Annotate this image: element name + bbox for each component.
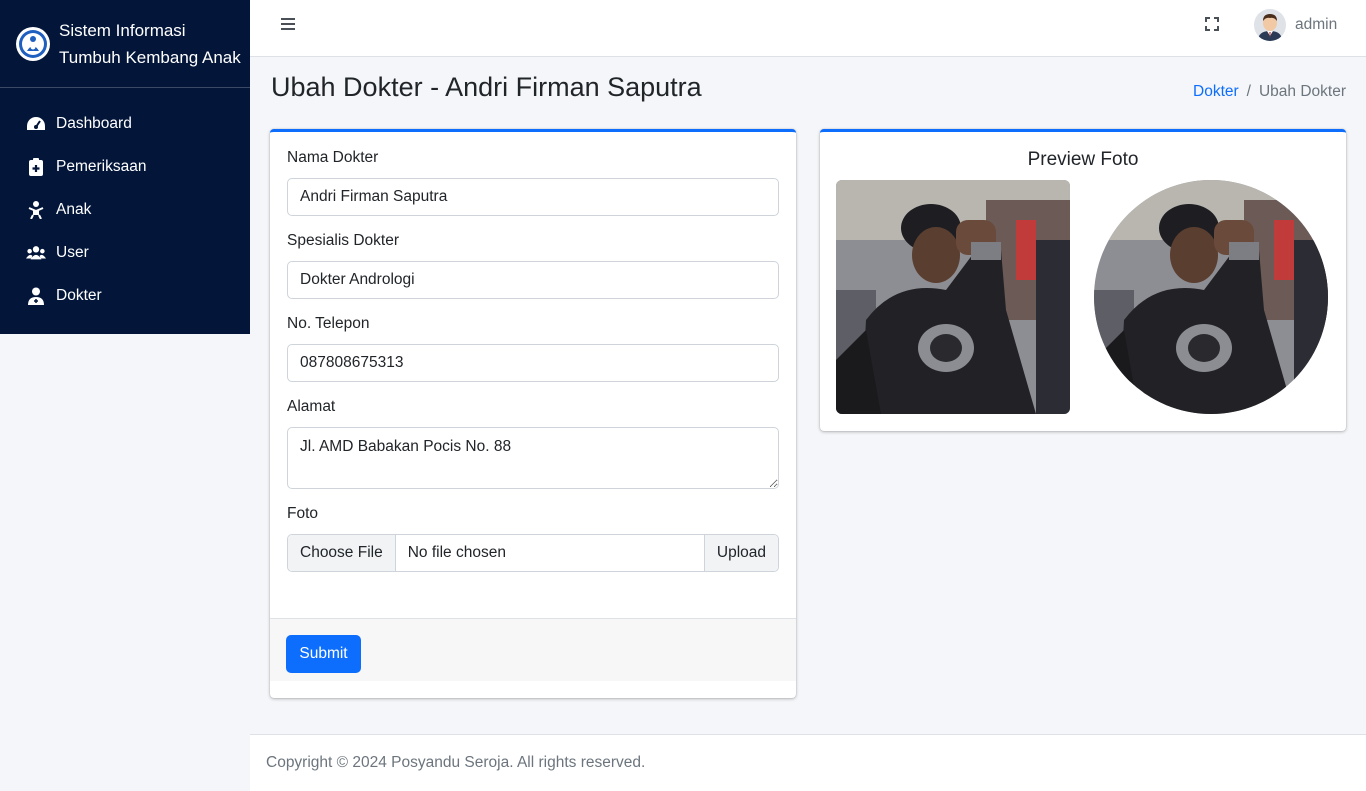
- photo-preview-square: [836, 180, 1070, 414]
- nama-label: Nama Dokter: [287, 149, 379, 166]
- doctor-icon: [26, 286, 46, 306]
- user-name: admin: [1295, 16, 1338, 33]
- sidebar-item-label: Anak: [56, 200, 92, 218]
- form-group-alamat: Alamat Jl. AMD Babakan Pocis No. 88: [287, 398, 779, 489]
- sidebar-item-user[interactable]: User: [0, 231, 250, 274]
- brand-title-line1: Sistem Informasi: [59, 20, 186, 40]
- sidebar-item-label: User: [56, 243, 89, 261]
- brand-title: Sistem Informasi Tumbuh Kembang Anak: [59, 17, 241, 71]
- dashboard-icon: [26, 114, 46, 134]
- spesialis-label: Spesialis Dokter: [287, 232, 399, 249]
- form-group-spesialis: Spesialis Dokter: [287, 232, 779, 299]
- choose-file-button[interactable]: Choose File: [288, 535, 396, 571]
- spesialis-input[interactable]: [287, 261, 779, 299]
- telepon-input[interactable]: [287, 344, 779, 382]
- sidebar-item-anak[interactable]: Anak: [0, 188, 250, 231]
- form-group-nama: Nama Dokter: [287, 149, 779, 216]
- clipboard-icon: [26, 157, 46, 177]
- sidebar-item-pemeriksaan[interactable]: Pemeriksaan: [0, 145, 250, 188]
- sidebar-nav: Dashboard Pemeriksaan Anak User Dokter: [0, 88, 250, 317]
- brand[interactable]: Sistem Informasi Tumbuh Kembang Anak: [0, 0, 250, 88]
- sidebar-item-label: Pemeriksaan: [56, 157, 147, 175]
- copyright-text: Copyright © 2024 Posyandu Seroja. All ri…: [266, 754, 646, 771]
- nama-input[interactable]: [287, 178, 779, 216]
- form-group-telepon: No. Telepon: [287, 315, 779, 382]
- preview-title: Preview Foto: [1027, 149, 1139, 170]
- form-body: Nama Dokter Spesialis Dokter No. Telepon…: [270, 132, 796, 572]
- brand-title-line2: Tumbuh Kembang Anak: [59, 47, 241, 67]
- child-icon: [26, 200, 46, 220]
- brand-logo-icon: [16, 26, 50, 61]
- foto-label: Foto: [287, 505, 319, 522]
- photo-preview-circle: [1094, 180, 1328, 414]
- sidebar-item-label: Dokter: [56, 286, 102, 304]
- file-name-display[interactable]: No file chosen: [396, 535, 704, 571]
- page-title: Ubah Dokter - Andri Firman Saputra: [271, 72, 702, 102]
- sidebar-item-dashboard[interactable]: Dashboard: [0, 102, 250, 145]
- upload-button[interactable]: Upload: [703, 535, 778, 571]
- edit-doctor-form-card: Nama Dokter Spesialis Dokter No. Telepon…: [270, 129, 796, 698]
- preview-images: [820, 173, 1346, 414]
- file-input-group: Choose File No file chosen Upload: [287, 534, 779, 572]
- user-menu[interactable]: admin: [1254, 9, 1337, 41]
- breadcrumb-separator: /: [1246, 83, 1251, 100]
- sidebar-item-dokter[interactable]: Dokter: [0, 274, 250, 317]
- sidebar-item-label: Dashboard: [56, 114, 132, 132]
- breadcrumb-active: Ubah Dokter: [1258, 83, 1346, 100]
- alamat-label: Alamat: [287, 398, 336, 415]
- avatar: [1254, 9, 1286, 41]
- fullscreen-icon[interactable]: [1204, 16, 1220, 32]
- users-icon: [26, 243, 46, 263]
- telepon-label: No. Telepon: [287, 315, 370, 332]
- page-footer: Copyright © 2024 Posyandu Seroja. All ri…: [250, 734, 1366, 791]
- form-group-foto: Foto Choose File No file chosen Upload: [287, 505, 779, 572]
- topbar: admin: [250, 0, 1366, 57]
- form-card-footer: Submit: [270, 618, 796, 681]
- preview-photo-card: Preview Foto: [820, 129, 1346, 431]
- breadcrumb-link-dokter[interactable]: Dokter: [1193, 83, 1239, 101]
- submit-button[interactable]: Submit: [286, 635, 361, 673]
- breadcrumb: Dokter / Ubah Dokter: [1193, 83, 1346, 101]
- alamat-textarea[interactable]: Jl. AMD Babakan Pocis No. 88: [287, 427, 779, 489]
- menu-toggle-icon[interactable]: [280, 15, 296, 33]
- sidebar: Sistem Informasi Tumbuh Kembang Anak Das…: [0, 0, 250, 334]
